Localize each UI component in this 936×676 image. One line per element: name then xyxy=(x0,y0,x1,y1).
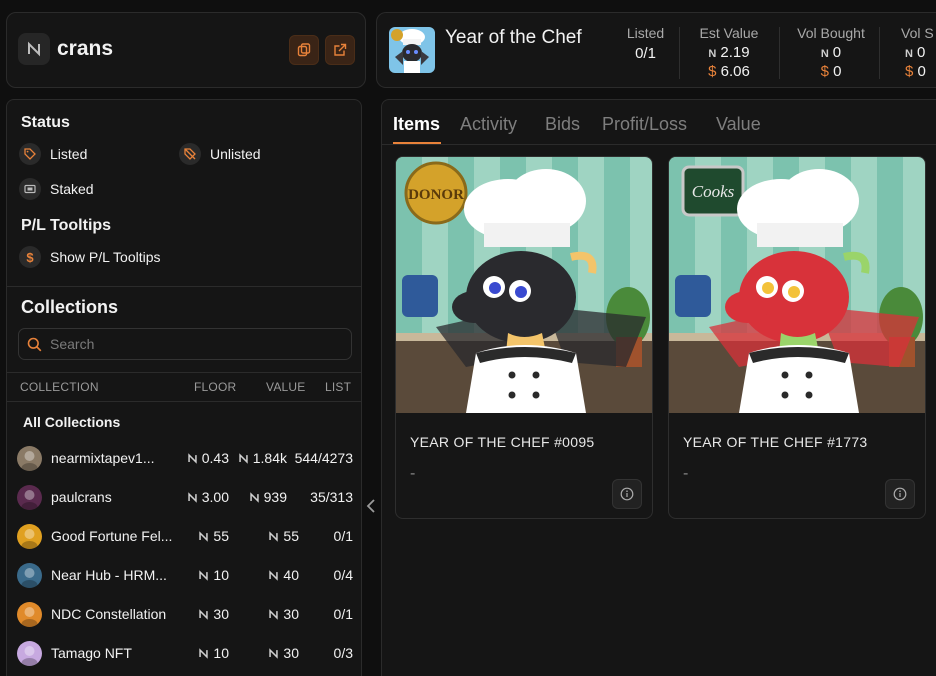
nft-sign-text: DONOR xyxy=(408,187,464,203)
collection-title: Year of the Chef xyxy=(445,27,582,48)
tab-bids[interactable]: Bids xyxy=(545,114,580,135)
nft-sign-text: Cooks xyxy=(692,182,735,201)
collection-list: 0/3 xyxy=(333,645,353,661)
collection-name: nearmixtapev1... xyxy=(51,450,155,466)
all-collections-item[interactable]: All Collections xyxy=(23,414,120,430)
tab-value[interactable]: Value xyxy=(716,114,761,135)
tab-profit-loss[interactable]: Profit/Loss xyxy=(602,114,687,135)
collection-row[interactable]: paulcrans 3.00 939 35/313 xyxy=(7,479,361,515)
info-icon xyxy=(893,487,907,501)
col-header-collection[interactable]: COLLECTION xyxy=(20,380,99,394)
nft-image: DONOR xyxy=(396,157,652,413)
nft-title[interactable]: YEAR OF THE CHEF #0095 xyxy=(410,434,595,450)
collection-value: 55 xyxy=(268,528,299,544)
tab-items[interactable]: Items xyxy=(393,114,440,135)
info-button[interactable] xyxy=(612,479,642,509)
filter-unlisted[interactable]: Unlisted xyxy=(179,143,261,165)
external-link-button[interactable] xyxy=(325,35,355,65)
filter-staked[interactable]: Staked xyxy=(19,178,94,200)
collection-value: 30 xyxy=(268,606,299,622)
status-title: Status xyxy=(21,114,70,131)
collection-value: 1.84k xyxy=(238,450,287,466)
nft-card[interactable]: DONOR YEAR OF THE CHEF #0095 - xyxy=(395,156,653,519)
collection-floor: 30 xyxy=(198,606,229,622)
toggle-pl-tooltips[interactable]: $ Show P/L Tooltips xyxy=(19,246,161,268)
col-header-list[interactable]: LIST xyxy=(325,380,351,394)
collection-row[interactable]: Good Fortune Fel... 55 55 0/1 xyxy=(7,518,361,554)
collection-name: Good Fortune Fel... xyxy=(51,528,173,544)
collection-avatar xyxy=(17,524,42,549)
collection-floor: 55 xyxy=(198,528,229,544)
tag-off-icon xyxy=(179,143,201,165)
collection-name: NDC Constellation xyxy=(51,606,167,622)
nft-title[interactable]: YEAR OF THE CHEF #1773 xyxy=(683,434,868,450)
collection-search[interactable] xyxy=(18,328,352,360)
collection-value: 30 xyxy=(268,645,299,661)
stat-est-value: Est Value N 2.19 $ 6.06 xyxy=(699,25,759,80)
filter-listed[interactable]: Listed xyxy=(19,143,87,165)
nft-price: - xyxy=(410,465,416,482)
collection-list: 0/1 xyxy=(333,606,353,622)
profile-card: crans xyxy=(6,12,366,88)
collection-avatar xyxy=(17,563,42,588)
search-input[interactable] xyxy=(50,336,330,352)
collection-row[interactable]: nearmixtapev1... 0.43 1.84k 544/4273 xyxy=(7,440,361,476)
collection-row[interactable]: Tamago NFT 10 30 0/3 xyxy=(7,635,361,671)
col-header-value[interactable]: VALUE xyxy=(266,380,305,394)
collection-floor: 3.00 xyxy=(187,489,229,505)
main-content: Items Activity Bids Profit/Loss Value DO… xyxy=(381,99,936,676)
info-icon xyxy=(620,487,634,501)
collection-value: 40 xyxy=(268,567,299,583)
nft-card[interactable]: Cooks YEAR OF THE CHEF #1773 - xyxy=(668,156,926,519)
collections-title: Collections xyxy=(21,297,119,317)
sidebar: Status Listed Unlisted Staked P/L Toolti… xyxy=(6,99,362,676)
collection-row[interactable]: NDC Constellation 30 30 0/1 xyxy=(7,596,361,632)
collection-name: Near Hub - HRM... xyxy=(51,567,167,583)
stat-vol-bought: Vol Bought N0 $ 0 xyxy=(797,25,865,80)
collection-floor: 10 xyxy=(198,645,229,661)
collection-floor: 10 xyxy=(198,567,229,583)
chevron-left-icon xyxy=(366,499,375,513)
collection-list: 35/313 xyxy=(310,489,353,505)
collection-row[interactable]: Near Hub - HRM... 10 40 0/4 xyxy=(7,557,361,593)
nft-image: Cooks xyxy=(669,157,925,413)
collection-avatar xyxy=(17,602,42,627)
collection-floor: 0.43 xyxy=(187,450,229,466)
copy-button[interactable] xyxy=(289,35,319,65)
copy-icon xyxy=(297,43,311,57)
pl-tooltips-title: P/L Tooltips xyxy=(21,217,112,234)
collection-header: Year of the Chef Listed 0/1 Est Value N2… xyxy=(376,12,936,88)
collection-avatar xyxy=(17,641,42,666)
collection-list: 544/4273 xyxy=(294,450,353,466)
collection-value: 939 xyxy=(249,489,287,505)
col-header-floor[interactable]: FLOOR xyxy=(194,380,236,394)
collection-thumbnail xyxy=(389,27,435,73)
tab-activity[interactable]: Activity xyxy=(460,114,517,135)
dollar-icon: $ xyxy=(19,246,41,268)
near-logo-icon xyxy=(18,33,50,65)
stat-vol-sold: Vol S N0 $ 0 xyxy=(901,25,934,80)
collapse-sidebar-button[interactable] xyxy=(362,495,380,517)
collection-list: 0/4 xyxy=(333,567,353,583)
search-icon xyxy=(27,337,42,351)
collection-avatar xyxy=(17,485,42,510)
staked-icon xyxy=(19,178,41,200)
nft-price: - xyxy=(683,465,689,482)
profile-name: crans xyxy=(57,37,114,60)
collection-list: 0/1 xyxy=(333,528,353,544)
tag-icon xyxy=(19,143,41,165)
info-button[interactable] xyxy=(885,479,915,509)
collection-name: paulcrans xyxy=(51,489,112,505)
collection-avatar xyxy=(17,446,42,471)
stat-listed: Listed 0/1 xyxy=(626,25,665,62)
external-link-icon xyxy=(334,43,347,56)
collection-name: Tamago NFT xyxy=(51,645,132,661)
